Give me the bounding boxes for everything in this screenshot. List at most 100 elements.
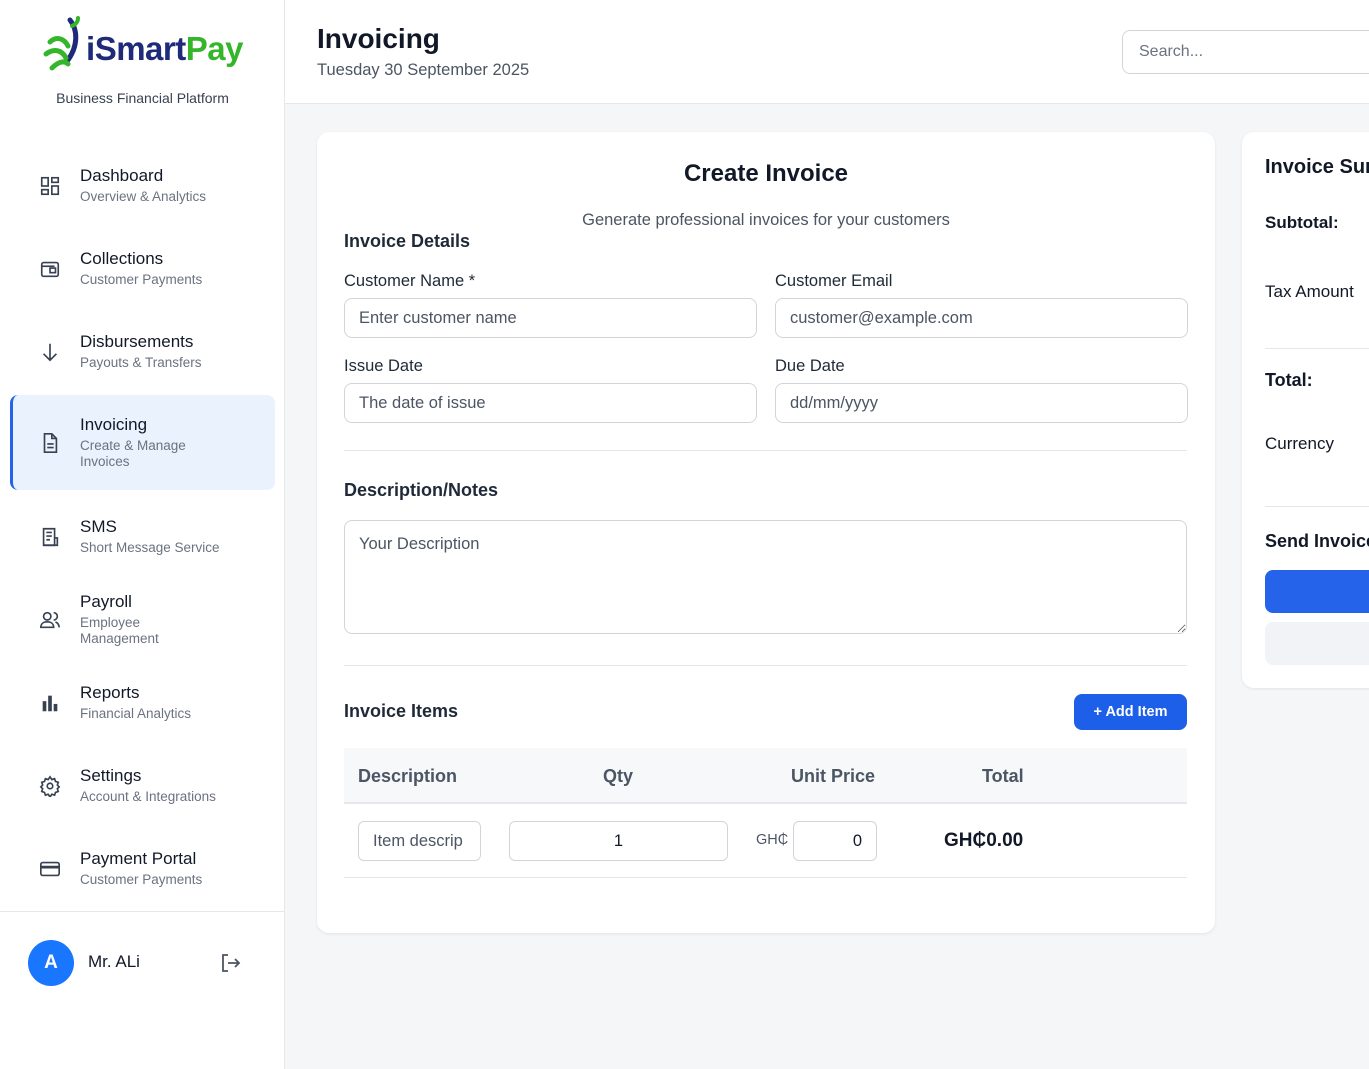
item-total: GH₵0.00 <box>944 830 1024 851</box>
summary-divider <box>1265 348 1369 349</box>
notes-heading: Description/Notes <box>344 480 499 500</box>
nav-text: Payment Portal Customer Payments <box>80 849 202 888</box>
customer-name-input[interactable] <box>344 298 757 338</box>
secondary-action-button[interactable] <box>1265 622 1369 665</box>
tagline: Business Financial Platform <box>56 90 229 106</box>
column-description: Description <box>358 766 458 786</box>
nav-subtitle: Payouts & Transfers <box>80 355 202 370</box>
logo-i: i <box>86 30 95 67</box>
nav-subtitle: Create & Manage Invoices <box>80 438 186 469</box>
table-row: GH₵ GH₵0.00 <box>344 804 1187 878</box>
sidebar-item-invoicing[interactable]: Invoicing Create & Manage Invoices <box>10 395 275 490</box>
item-unit-price-input[interactable] <box>793 821 877 861</box>
nav-title: Settings <box>80 766 142 785</box>
currency-prefix: GH₵ <box>756 832 789 848</box>
nav-title: Payroll <box>80 592 132 611</box>
card-title: Create Invoice <box>683 160 849 187</box>
send-invoice-button[interactable] <box>1265 570 1369 613</box>
receipt-icon <box>38 525 62 549</box>
divider <box>344 665 1187 666</box>
avatar[interactable]: A <box>28 940 74 986</box>
invoice-details-heading: Invoice Details <box>344 231 471 251</box>
search-input[interactable] <box>1122 30 1369 74</box>
sidebar-item-payroll[interactable]: Payroll Employee Management <box>10 578 275 661</box>
nav-title: Collections <box>80 249 164 268</box>
sidebar-item-disbursements[interactable]: Disbursements Payouts & Transfers <box>10 310 275 393</box>
customer-email-input[interactable] <box>775 298 1188 338</box>
bar-chart-icon <box>38 691 62 715</box>
send-invoice-label: Send Invoice <box>1265 531 1369 551</box>
logout-icon[interactable] <box>218 951 242 975</box>
logo-smart: Smart <box>94 30 187 67</box>
sidebar-item-reports[interactable]: Reports Financial Analytics <box>10 661 275 744</box>
nav-text: Reports Financial Analytics <box>80 683 191 722</box>
nav-title: Invoicing <box>80 415 148 434</box>
nav-title: Payment Portal <box>80 849 197 868</box>
sidebar: iSmartPay Business Financial Platform Da… <box>0 0 285 1069</box>
summary-divider <box>1265 506 1369 507</box>
nav-subtitle: Account & Integrations <box>80 789 216 804</box>
issue-date-input[interactable] <box>344 383 757 423</box>
item-qty-input[interactable] <box>509 821 728 861</box>
logo-wordmark: iSmartPay <box>86 30 243 68</box>
currency-label: Currency <box>1265 434 1334 453</box>
user-name: Mr. ALi <box>88 952 140 971</box>
summary-title: Invoice Summary <box>1265 156 1369 178</box>
nav-subtitle: Employee Management <box>80 615 159 646</box>
top-header: Invoicing Tuesday 30 September 2025 <box>285 0 1369 104</box>
page-date: Tuesday 30 September 2025 <box>317 61 530 79</box>
nav-text: Dashboard Overview & Analytics <box>80 166 206 205</box>
wallet-icon <box>38 257 62 281</box>
invoice-items-heading: Invoice Items <box>344 701 459 721</box>
users-icon <box>38 608 62 632</box>
dashboard-icon <box>38 174 62 198</box>
sidebar-item-collections[interactable]: Collections Customer Payments <box>10 227 275 310</box>
arrow-down-icon <box>38 340 62 364</box>
card-subtitle: Generate professional invoices for your … <box>582 211 950 229</box>
nav-subtitle: Customer Payments <box>80 272 203 287</box>
subtotal-label: Subtotal: <box>1265 213 1339 232</box>
nav-subtitle: Overview & Analytics <box>80 189 207 204</box>
nav-subtitle: Customer Payments <box>80 872 203 887</box>
document-icon <box>38 431 62 455</box>
nav-text: Collections Customer Payments <box>80 249 202 288</box>
add-item-button[interactable]: + Add Item <box>1074 694 1187 730</box>
logo[interactable]: iSmartPay <box>0 14 285 84</box>
column-qty: Qty <box>603 766 634 786</box>
customer-name-label: Customer Name * <box>344 272 476 290</box>
issue-date-label: Issue Date <box>344 357 423 375</box>
nav-title: SMS <box>80 517 117 536</box>
nav-title: Disbursements <box>80 332 194 351</box>
logo-swoosh-icon <box>43 16 81 71</box>
tax-amount-label: Tax Amount <box>1265 282 1354 301</box>
create-invoice-card: Create Invoice Generate professional inv… <box>317 132 1215 933</box>
nav-title: Dashboard <box>80 166 164 185</box>
invoice-summary-card: Invoice Summary Subtotal: Tax Amount Tot… <box>1242 132 1369 688</box>
nav-subtitle: Financial Analytics <box>80 706 192 721</box>
brand: iSmartPay Business Financial Platform <box>0 14 285 106</box>
credit-card-icon <box>38 857 62 881</box>
nav-text: Settings Account & Integrations <box>80 766 216 805</box>
notes-textarea[interactable] <box>344 520 1187 634</box>
sidebar-item-settings[interactable]: Settings Account & Integrations <box>10 744 275 827</box>
sidebar-item-dashboard[interactable]: Dashboard Overview & Analytics <box>10 144 275 227</box>
nav-text: Payroll Employee Management <box>80 592 220 647</box>
divider <box>344 450 1187 451</box>
gear-icon <box>38 774 62 798</box>
nav-title: Reports <box>80 683 140 702</box>
item-description-input[interactable] <box>358 821 481 861</box>
nav-text: SMS Short Message Service <box>80 517 220 556</box>
user-bar: A Mr. ALi <box>0 911 285 1069</box>
sidebar-item-payment-portal[interactable]: Payment Portal Customer Payments <box>10 827 275 910</box>
column-unit-price: Unit Price <box>791 766 876 786</box>
sidebar-item-sms[interactable]: SMS Short Message Service <box>10 495 275 578</box>
nav-subtitle: Short Message Service <box>80 540 220 555</box>
due-date-input[interactable] <box>775 383 1188 423</box>
sidebar-nav: Dashboard Overview & Analytics Collectio… <box>0 144 285 910</box>
column-total: Total <box>982 766 1024 786</box>
total-label: Total: <box>1265 370 1313 390</box>
customer-email-label: Customer Email <box>775 272 893 290</box>
logo-pay: Pay <box>185 30 244 67</box>
nav-text: Invoicing Create & Manage Invoices <box>80 415 220 470</box>
nav-text: Disbursements Payouts & Transfers <box>80 332 202 371</box>
